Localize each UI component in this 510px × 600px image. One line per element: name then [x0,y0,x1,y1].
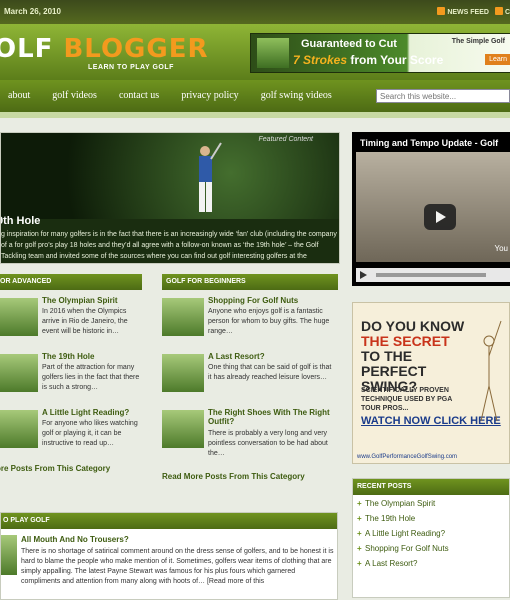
post-thumbnail[interactable] [162,354,204,392]
list-item: A Last Resort? One thing that can be sai… [162,352,338,402]
feed-links: NEWS FEED C [437,7,510,16]
featured-content[interactable]: Featured Content 9th Hole g inspiration … [0,132,340,264]
video-progress-bar[interactable] [376,273,486,277]
post-title[interactable]: Shopping For Golf Nuts [208,296,298,305]
featured-title[interactable]: 9th Hole [1,215,40,227]
video-title[interactable]: Timing and Tempo Update - Golf [360,138,498,148]
post-excerpt: One thing that can be said of golf is th… [208,364,332,381]
post-excerpt: For anyone who likes watching golf or pl… [42,420,138,447]
post-thumbnail[interactable] [0,410,38,448]
nav-contact-us[interactable]: contact us [119,90,159,101]
post-thumbnail[interactable] [0,298,38,336]
post-excerpt: There is no shortage of satirical commen… [21,548,334,585]
nav-divider [0,112,510,118]
list-item: The Olympian Spirit In 2016 when the Oly… [0,296,142,346]
featured-image [1,133,339,219]
rss-icon [437,7,446,15]
top-bar: March 26, 2010 NEWS FEED C [0,0,510,24]
rss-icon [494,7,503,15]
video-controls [356,268,510,282]
post-title[interactable]: The 19th Hole [42,352,94,361]
recent-post-link[interactable]: A Little Light Reading? [357,529,509,544]
site-tagline: LEARN TO PLAY GOLF [88,64,174,71]
column-header: GOLF FOR BEGINNERS [162,274,338,290]
post-excerpt: In 2016 when the Olympics arrive in Rio … [42,308,128,335]
post-excerpt: Anyone who enjoys golf is a fantastic pe… [208,308,330,335]
recent-posts-header: RECENT POSTS [353,479,509,495]
recent-post-link[interactable]: The 19th Hole [357,514,509,529]
category-column-beginners: GOLF FOR BEGINNERS Shopping For Golf Nut… [162,274,338,481]
post-thumbnail[interactable] [162,298,204,336]
play-button[interactable] [360,271,367,279]
banner-learn-button[interactable]: Learn [485,54,510,65]
learn-to-play-section: O PLAY GOLF All Mouth And No Trousers? T… [0,512,338,600]
header-banner-ad[interactable]: Guaranteed to Cut 7 Strokes from Your Sc… [250,33,510,73]
ad-url[interactable]: www.GolfPerformanceGolfSwing.com [357,454,457,460]
site-logo[interactable]: OLF BLOGGER [0,34,209,64]
recent-post-link[interactable]: Shopping For Golf Nuts [357,544,509,559]
post-excerpt: There is probably a very long and very p… [208,430,328,457]
list-item: A Little Light Reading? For anyone who l… [0,408,142,458]
list-item: Shopping For Golf Nuts Anyone who enjoys… [162,296,338,346]
search-input[interactable] [376,89,510,103]
play-icon[interactable] [424,204,456,230]
post-thumbnail[interactable] [162,410,204,448]
swing-secret-ad[interactable]: DO YOU KNOW THE SECRET TO THE PERFECT SW… [352,302,510,464]
recent-posts-widget: RECENT POSTS The Olympian Spirit The 19t… [352,478,510,598]
post-excerpt: Part of the attraction for many golfers … [42,364,140,391]
comments-feed-link[interactable]: C [494,7,510,16]
featured-label: Featured Content [258,136,313,143]
more-posts-link[interactable]: ore Posts From This Category [0,464,142,473]
nav-privacy-policy[interactable]: privacy policy [181,90,238,101]
golfer-sketch [480,320,502,422]
banner-image [257,38,289,68]
list-item: The 19th Hole Part of the attraction for… [0,352,142,402]
video-frame[interactable] [356,152,510,262]
column-header: OR ADVANCED [0,274,142,290]
nav-about[interactable]: about [8,90,30,101]
recent-post-link[interactable]: A Last Resort? [357,559,509,574]
list-item: The Right Shoes With The Right Outfit? T… [162,408,338,466]
featured-excerpt: g inspiration for many golfers is in the… [1,231,337,260]
post-thumbnail[interactable] [1,535,17,575]
post-title[interactable]: All Mouth And No Trousers? [21,535,129,544]
recent-post-link[interactable]: The Olympian Spirit [357,499,509,514]
site-header: OLF BLOGGER LEARN TO PLAY GOLF Guarantee… [0,24,510,80]
date-text: March 26, 2010 [4,7,61,16]
youtube-logo[interactable]: You [495,244,509,253]
more-posts-link[interactable]: Read More Posts From This Category [162,472,338,481]
post-title[interactable]: The Right Shoes With The Right Outfit? [208,408,334,426]
section-header: O PLAY GOLF [1,513,337,529]
golfer-figure [199,142,222,212]
video-player[interactable]: Timing and Tempo Update - Golf You [352,132,510,286]
post-title[interactable]: A Little Light Reading? [42,408,129,417]
nav-golf-videos[interactable]: golf videos [52,90,97,101]
post-title[interactable]: The Olympian Spirit [42,296,118,305]
post-thumbnail[interactable] [0,354,38,392]
post-title[interactable]: A Last Resort? [208,352,265,361]
nav-golf-swing-videos[interactable]: golf swing videos [261,90,332,101]
category-column-advanced: OR ADVANCED The Olympian Spirit In 2016 … [0,274,142,473]
news-feed-link[interactable]: NEWS FEED [437,7,489,16]
